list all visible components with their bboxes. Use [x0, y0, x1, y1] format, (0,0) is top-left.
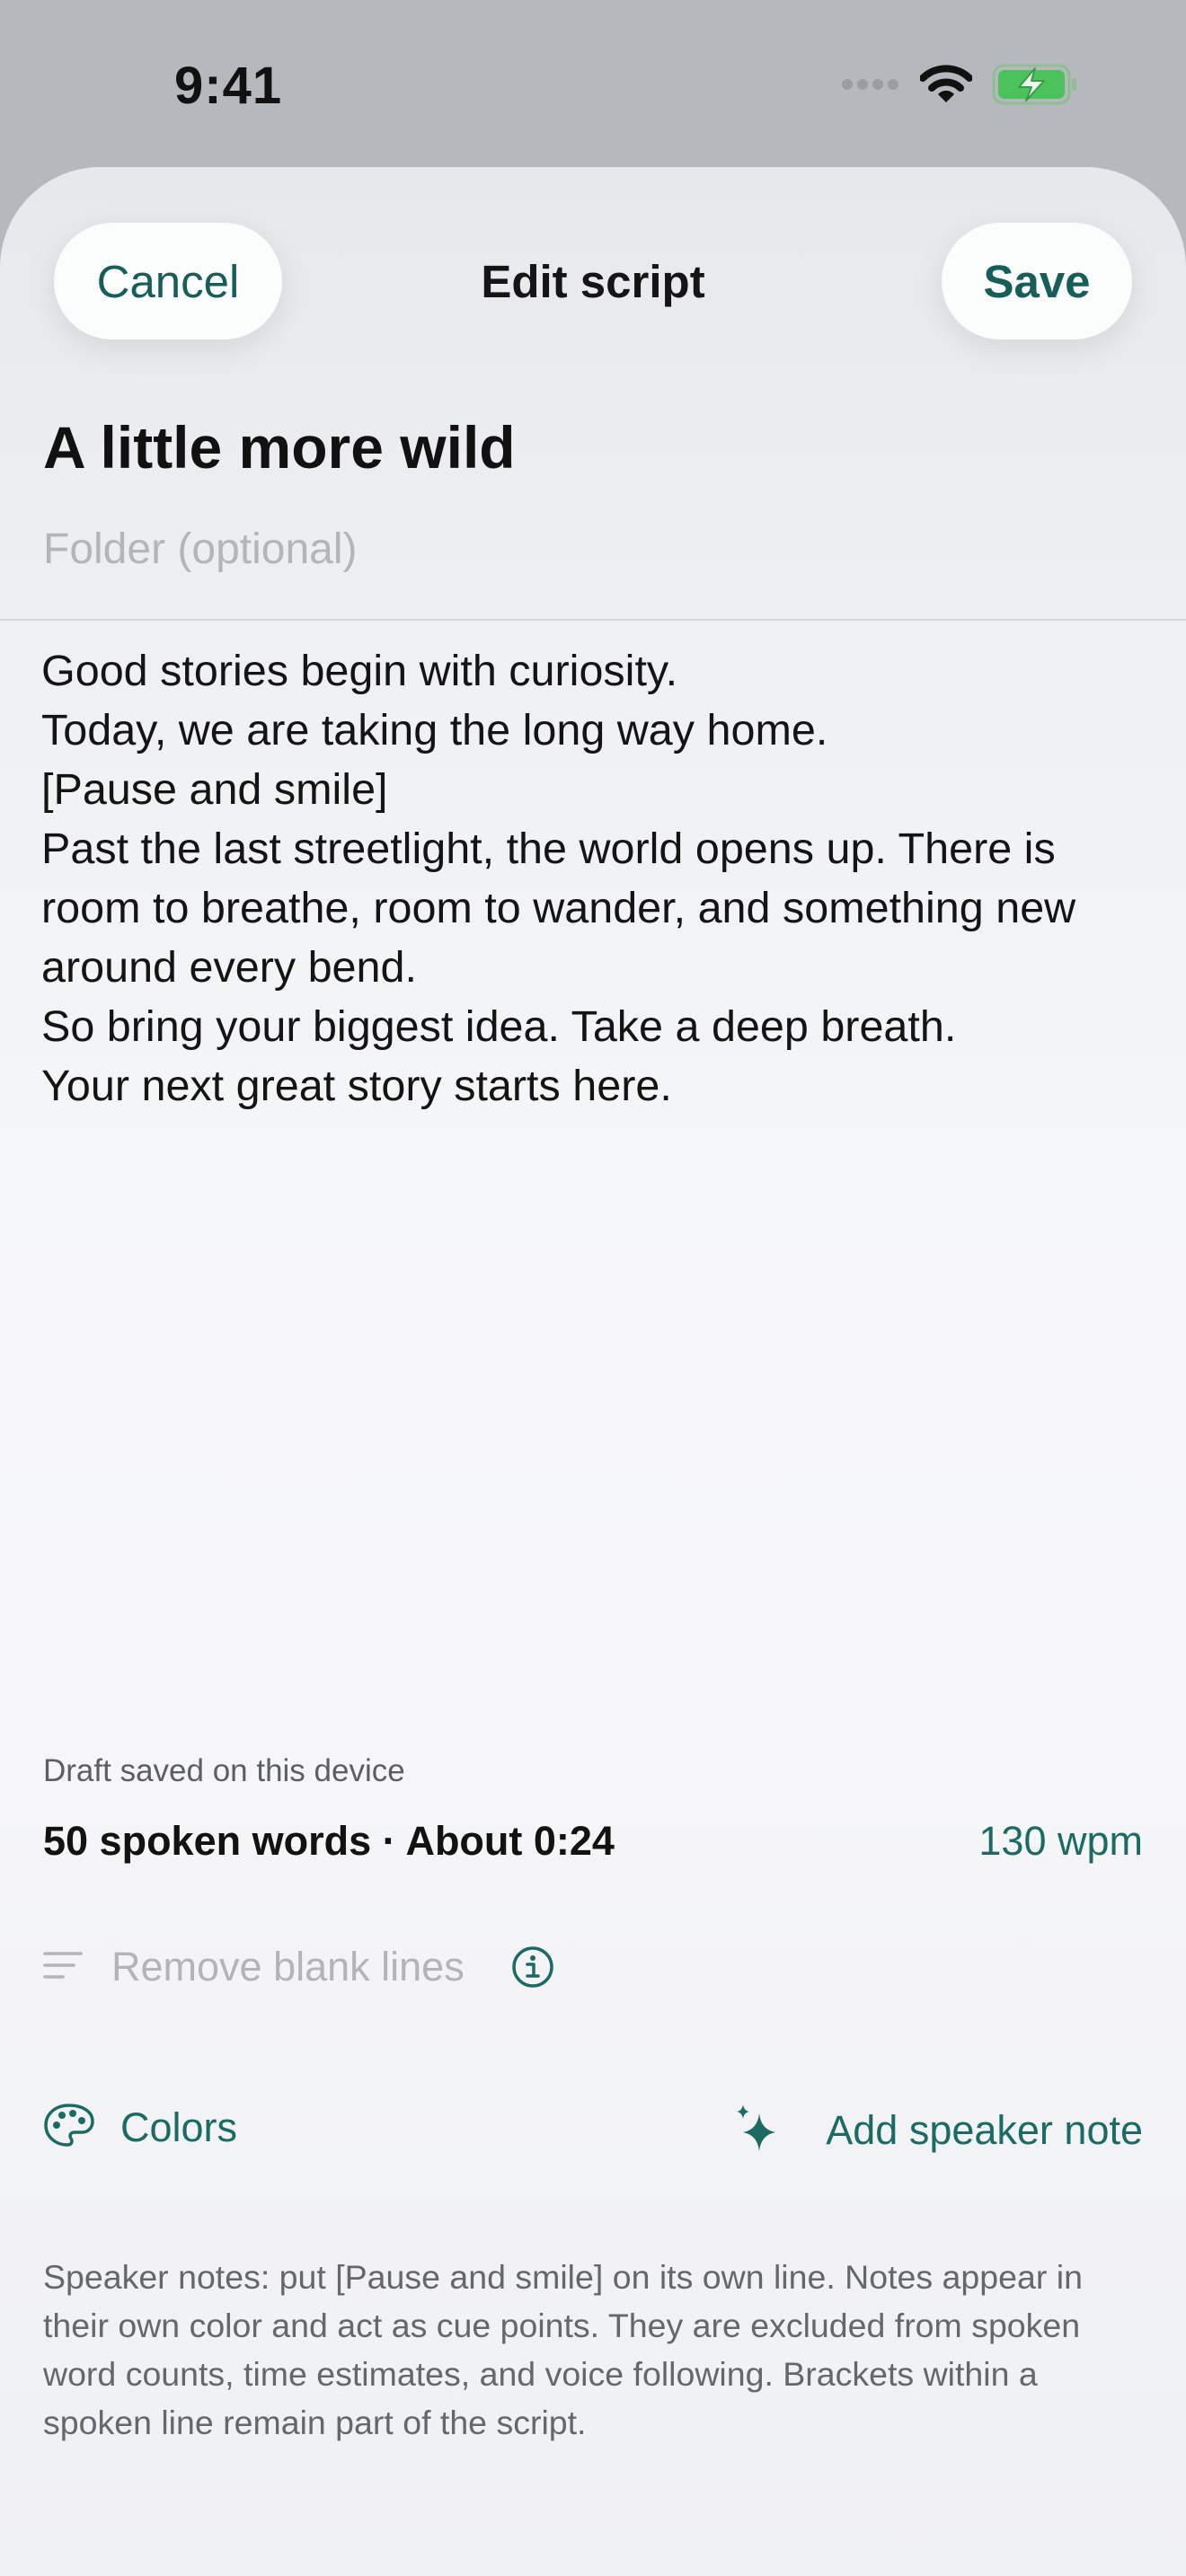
status-icons [841, 63, 1078, 110]
script-line: Past the last streetlight, the world ope… [41, 825, 1056, 873]
script-line: around every bend. [41, 943, 417, 992]
cellular-signal-icon [841, 78, 900, 95]
colors-label: Colors [120, 2104, 238, 2150]
script-line: Good stories begin with curiosity. [41, 647, 678, 695]
script-line: So bring your biggest idea. Take a deep … [41, 1002, 957, 1051]
script-title-field[interactable]: A little more wild [43, 413, 516, 481]
script-editor[interactable]: Good stories begin with curiosity. Today… [41, 641, 1155, 1116]
wifi-icon [919, 65, 973, 109]
script-line: room to breathe, room to wander, and som… [41, 884, 1076, 932]
word-stats: 50 spoken words · About 0:24 [43, 1818, 615, 1864]
sparkle-icon [734, 2103, 779, 2157]
save-button[interactable]: Save [942, 223, 1132, 340]
edit-script-sheet: Cancel Edit script Save A little more wi… [0, 167, 1186, 2576]
remove-blank-lines-button[interactable]: Remove blank lines [43, 1944, 554, 1990]
palette-icon [43, 2103, 95, 2152]
colors-button[interactable]: Colors [43, 2103, 237, 2152]
speaker-note-line: [Pause and smile] [41, 765, 388, 814]
battery-charging-icon [992, 63, 1078, 110]
text-lines-icon [43, 1950, 83, 1985]
remove-blank-lines-label: Remove blank lines [111, 1944, 465, 1989]
wpm-button[interactable]: 130 wpm [978, 1818, 1143, 1865]
draft-status: Draft saved on this device [43, 1753, 405, 1788]
status-bar: 9:41 [0, 0, 1186, 162]
add-speaker-note-button[interactable]: Add speaker note [734, 2103, 1143, 2157]
info-icon[interactable] [511, 1945, 554, 1989]
speaker-notes-help-text: Speaker notes: put [Pause and smile] on … [43, 2258, 1083, 2441]
status-time: 9:41 [174, 57, 283, 115]
divider [0, 619, 1186, 621]
script-line: Your next great story starts here. [41, 1062, 672, 1110]
folder-field[interactable]: Folder (optional) [43, 525, 358, 574]
script-line: Today, we are taking the long way home. [41, 706, 828, 754]
add-speaker-note-label: Add speaker note [826, 2106, 1143, 2153]
